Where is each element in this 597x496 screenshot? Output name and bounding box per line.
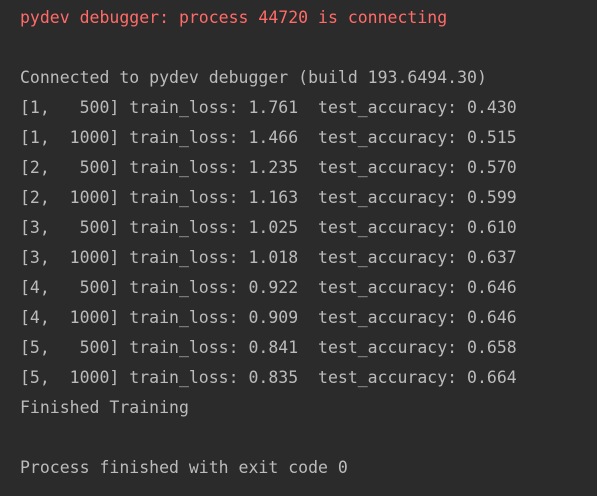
training-log-line: [1, 500] train_loss: 1.761 test_accuracy… <box>20 98 517 117</box>
training-log-line: [4, 500] train_loss: 0.922 test_accuracy… <box>20 278 517 297</box>
process-exit-message: Process finished with exit code 0 <box>20 458 348 477</box>
training-log-line: [3, 500] train_loss: 1.025 test_accuracy… <box>20 218 517 237</box>
training-log-line: [4, 1000] train_loss: 0.909 test_accurac… <box>20 308 517 327</box>
training-log-line: [2, 500] train_loss: 1.235 test_accuracy… <box>20 158 517 177</box>
console-output-panel[interactable]: pydev debugger: process 44720 is connect… <box>0 0 597 496</box>
training-log-line: [1, 1000] train_loss: 1.466 test_accurac… <box>20 128 517 147</box>
debugger-connecting-message: pydev debugger: process 44720 is connect… <box>20 8 448 27</box>
training-log-line: [5, 1000] train_loss: 0.835 test_accurac… <box>20 368 517 387</box>
debugger-connected-message: Connected to pydev debugger (build 193.6… <box>20 68 487 87</box>
training-log-line: [3, 1000] train_loss: 1.018 test_accurac… <box>20 248 517 267</box>
training-log-line: [2, 1000] train_loss: 1.163 test_accurac… <box>20 188 517 207</box>
finished-training-message: Finished Training <box>20 398 189 417</box>
training-log-line: [5, 500] train_loss: 0.841 test_accuracy… <box>20 338 517 357</box>
